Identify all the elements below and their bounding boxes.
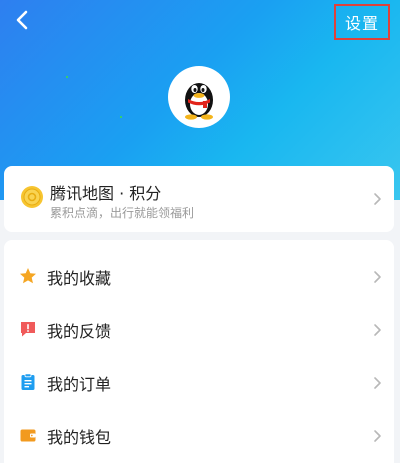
star-icon	[20, 268, 36, 284]
chevron-left-icon	[16, 10, 28, 30]
menu-item-favorites[interactable]: 我的收藏	[4, 250, 394, 303]
chevron-right-icon	[374, 193, 381, 205]
chevron-right-icon	[374, 430, 381, 442]
menu-item-label: 我的钱包	[47, 428, 112, 447]
wallet-icon	[20, 429, 36, 442]
qq-penguin-icon	[185, 83, 213, 120]
menu-item-feedback[interactable]: 我的反馈	[4, 303, 394, 356]
avatar[interactable]	[168, 66, 230, 128]
feedback-icon	[21, 322, 35, 337]
menu-item-label: 我的反馈	[47, 322, 112, 341]
points-coin-icon	[21, 186, 43, 208]
points-card[interactable]: 腾讯地图 · 积分 累积点滴，出行就能领福利	[4, 166, 394, 232]
chevron-right-icon	[374, 377, 381, 389]
points-title: 腾讯地图 · 积分	[50, 184, 162, 203]
menu-list: 我的收藏 我的反馈 我的订单 我的钱包	[4, 240, 394, 463]
menu-item-wallet[interactable]: 我的钱包	[4, 409, 394, 462]
app-root: 设置 腾讯地图 · 积分 累积点滴，出行就能领福利 我的收藏 我的反馈 我的订单…	[0, 0, 400, 463]
back-button[interactable]	[8, 6, 36, 34]
chevron-right-icon	[374, 271, 381, 283]
settings-label: 设置	[344, 14, 379, 33]
decor-dot	[120, 116, 122, 118]
menu-item-label: 我的订单	[47, 375, 112, 394]
decor-dot	[66, 76, 68, 78]
menu-item-label: 我的收藏	[47, 269, 112, 288]
menu-item-orders[interactable]: 我的订单	[4, 356, 394, 409]
settings-button[interactable]: 设置	[334, 4, 390, 40]
chevron-right-icon	[374, 324, 381, 336]
points-subtitle: 累积点滴，出行就能领福利	[50, 206, 195, 220]
order-clipboard-icon	[21, 373, 35, 390]
